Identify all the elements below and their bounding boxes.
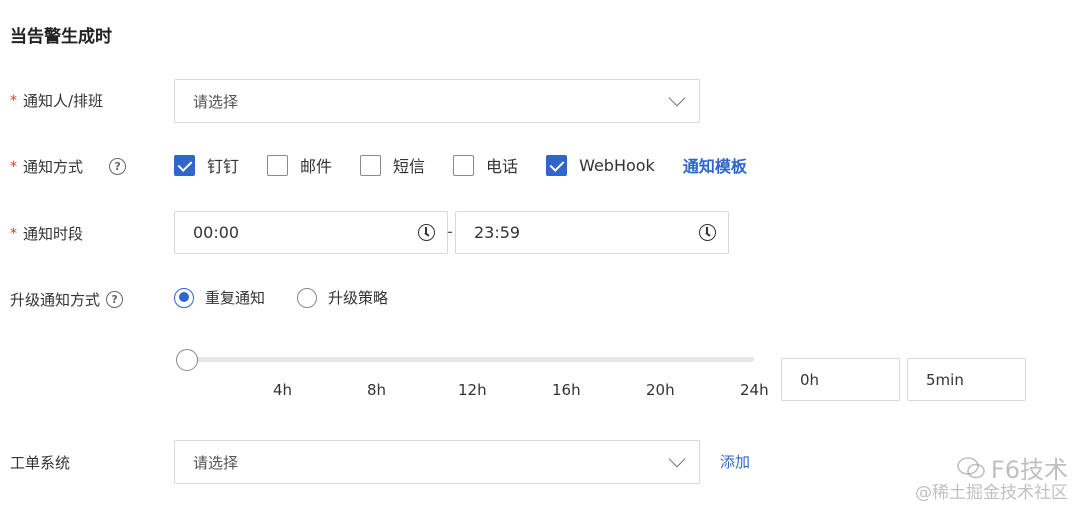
notify-method-label-text: 通知方式 [23,158,84,176]
wechat-icon [957,456,985,478]
checkbox-box[interactable] [453,154,475,176]
ticket-system-label-text: 工单系统 [10,454,71,472]
checkbox-phone[interactable]: 电话 [453,153,518,177]
start-time-value: 00:00 [193,223,240,242]
end-time-value: 23:59 [474,223,521,242]
radio-label: 重复通知 [205,289,266,307]
checkbox-box[interactable] [267,154,289,176]
notify-person-placeholder: 请选择 [193,92,239,111]
required-mark: * [10,92,17,109]
chevron-down-icon [668,450,686,468]
time-range-separator: - [447,222,453,241]
notify-person-label: * 通知人/排班 [10,90,103,111]
notify-template-link[interactable]: 通知模板 [683,153,747,177]
checkbox-box[interactable] [174,154,195,176]
notify-person-label-text: 通知人/排班 [23,92,104,110]
clock-icon [418,224,435,241]
slider-tick: 24h [740,381,769,399]
slider-tick: 16h [552,381,581,399]
notify-person-select[interactable]: 请选择 [174,79,700,123]
escalation-label-text: 升级通知方式 [10,291,101,309]
section-title: 当告警生成时 [10,27,112,47]
checkbox-webhook[interactable]: WebHook [546,154,655,176]
start-time-input[interactable]: 00:00 [174,211,448,254]
hours-value: 0h [800,370,820,389]
ticket-system-select[interactable]: 请选择 [174,440,700,484]
slider-tick: 20h [646,381,675,399]
slider-tick: 8h [367,381,387,399]
radio-repeat-notify[interactable]: 重复通知 [174,287,265,308]
required-mark: * [10,158,17,175]
clock-icon [699,224,716,241]
help-icon[interactable]: ? [106,291,124,308]
notify-period-label-text: 通知时段 [23,225,84,243]
checkbox-box[interactable] [546,154,568,176]
checkbox-label: 钉钉 [207,157,240,176]
notify-period-label: * 通知时段 [10,223,83,244]
slider-track[interactable] [186,357,754,362]
radio-label: 升级策略 [328,289,389,307]
checkbox-label: 短信 [393,157,426,176]
checkbox-label: 电话 [486,157,519,176]
ticket-system-label: 工单系统 [10,452,70,473]
escalation-label: 升级通知方式 ? [10,289,124,310]
radio-button[interactable] [297,287,318,308]
checkbox-label: 邮件 [300,157,333,176]
required-mark: * [10,225,17,242]
checkbox-email[interactable]: 邮件 [267,153,332,177]
minutes-value: 5min [926,370,964,389]
radio-button[interactable] [174,287,194,308]
slider-handle[interactable] [176,349,198,371]
checkbox-dingtalk[interactable]: 钉钉 [174,153,239,177]
ticket-system-placeholder: 请选择 [193,453,239,472]
checkbox-label: WebHook [579,155,655,175]
escalation-radio-group: 重复通知 升级策略 [174,287,420,308]
checkbox-box[interactable] [360,154,382,176]
notify-method-label: * 通知方式 ? [10,156,127,177]
notify-method-checkboxes: 钉钉 邮件 短信 电话 WebHook 通知模板 [174,153,747,177]
radio-escalation-policy[interactable]: 升级策略 [297,287,388,308]
watermark-sub-text: @稀土掘金技术社区 [915,483,1068,503]
end-time-input[interactable]: 23:59 [455,211,729,254]
hours-input[interactable]: 0h [781,358,900,401]
minutes-input[interactable]: 5min [907,358,1026,401]
slider-tick: 4h [273,381,293,399]
checkbox-sms[interactable]: 短信 [360,153,425,177]
help-icon[interactable]: ? [109,158,127,175]
add-ticket-system-link[interactable]: 添加 [720,451,750,472]
chevron-down-icon [668,89,686,107]
slider-tick: 12h [458,381,487,399]
